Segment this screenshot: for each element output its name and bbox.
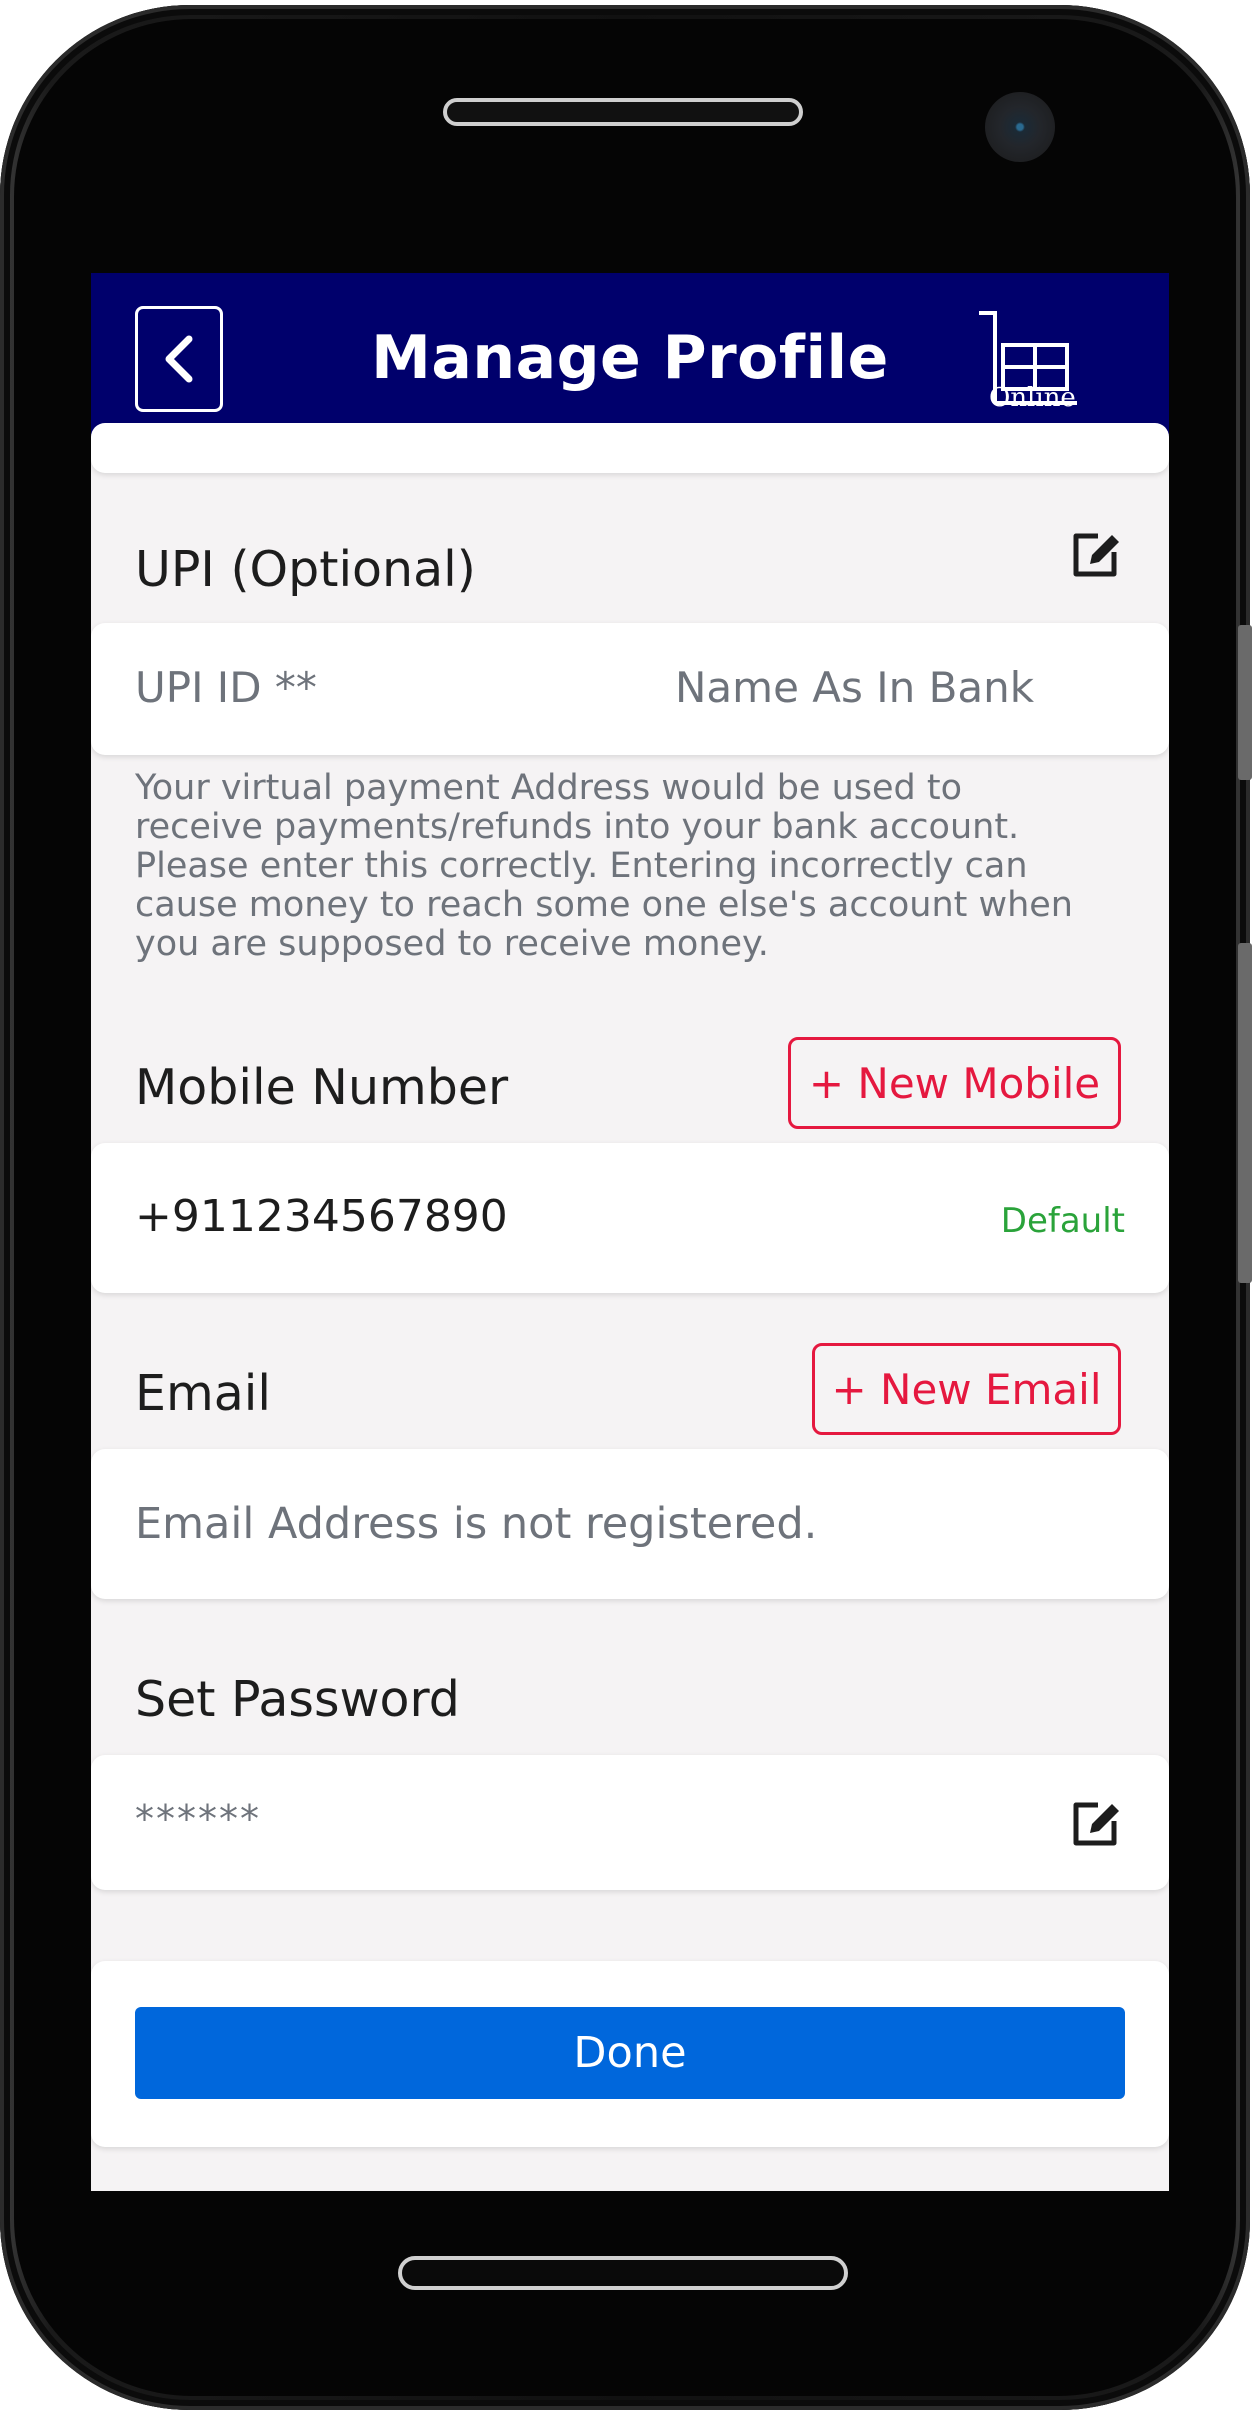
front-camera xyxy=(985,92,1055,162)
new-mobile-button[interactable]: + New Mobile xyxy=(788,1037,1121,1129)
mobile-section-title: Mobile Number xyxy=(135,1059,509,1116)
edit-upi-icon[interactable] xyxy=(1068,526,1124,582)
power-button xyxy=(1238,943,1252,1283)
upi-note-line: you are supposed to receive money. xyxy=(135,924,769,964)
edit-password-icon[interactable] xyxy=(1068,1795,1124,1851)
bank-name-input[interactable]: Name As In Bank xyxy=(675,663,1034,712)
password-card[interactable]: ****** xyxy=(91,1755,1169,1890)
home-button[interactable] xyxy=(398,2256,848,2290)
footer-card: Done xyxy=(91,1961,1169,2147)
mobile-card: +911234567890 Default xyxy=(91,1143,1169,1293)
upi-note: Your virtual payment Address would be us… xyxy=(135,769,1073,964)
logo-text: Online xyxy=(989,383,1076,413)
upi-note-line: Your virtual payment Address would be us… xyxy=(135,768,963,808)
default-badge: Default xyxy=(1000,1201,1125,1241)
volume-button xyxy=(1238,625,1252,780)
email-card: Email Address is not registered. xyxy=(91,1449,1169,1599)
upi-section-title: UPI (Optional) xyxy=(135,541,476,598)
previous-card xyxy=(91,423,1169,473)
upi-note-line: Please enter this correctly. Entering in… xyxy=(135,846,1028,886)
done-button[interactable]: Done xyxy=(135,2007,1125,2099)
upi-note-line: cause money to reach some one else's acc… xyxy=(135,885,1073,925)
upi-id-input[interactable]: UPI ID ** xyxy=(135,663,317,712)
upi-note-line: receive payments/refunds into your bank … xyxy=(135,807,1020,847)
email-section-title: Email xyxy=(135,1365,271,1422)
email-empty-text: Email Address is not registered. xyxy=(135,1499,818,1549)
upi-input-card: UPI ID ** Name As In Bank xyxy=(91,623,1169,755)
earpiece-speaker xyxy=(443,98,803,126)
password-value: ****** xyxy=(135,1797,261,1841)
app-screen: Manage Profile Online UPI (Optional) UPI… xyxy=(91,273,1169,2191)
new-email-button[interactable]: + New Email xyxy=(812,1343,1121,1435)
mobile-number: +911234567890 xyxy=(135,1191,508,1242)
password-section-title: Set Password xyxy=(135,1671,460,1728)
